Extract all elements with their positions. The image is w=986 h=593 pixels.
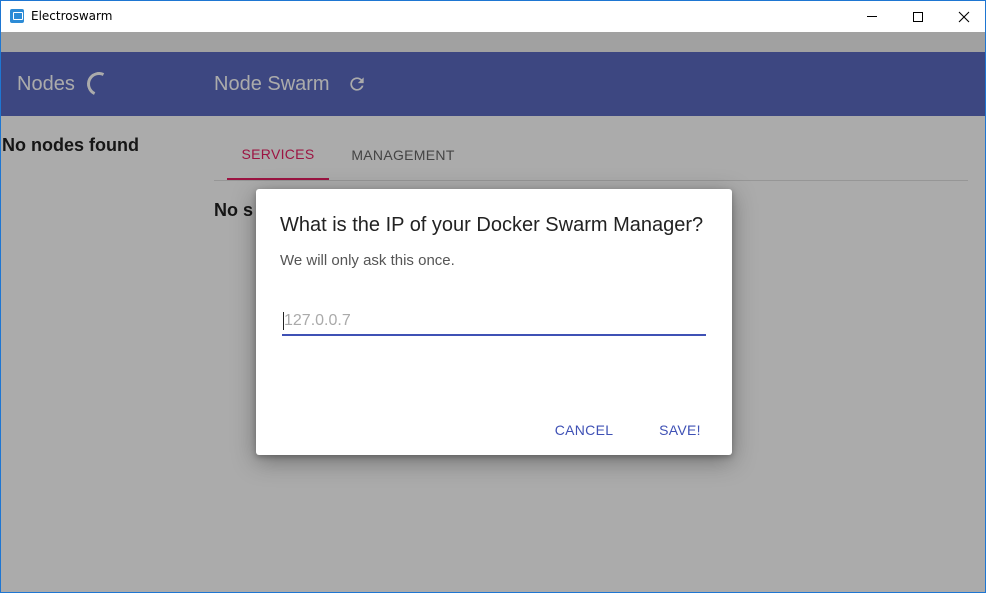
dialog-title: What is the IP of your Docker Swarm Mana… bbox=[280, 214, 704, 236]
save-button[interactable]: SAVE! bbox=[650, 415, 710, 445]
app-window: Electroswarm Nodes Node Swarm No nodes f… bbox=[0, 0, 986, 593]
text-caret bbox=[283, 312, 284, 330]
close-icon bbox=[958, 11, 970, 22]
ip-dialog: What is the IP of your Docker Swarm Mana… bbox=[256, 189, 732, 455]
minimize-button[interactable] bbox=[849, 1, 895, 32]
maximize-icon bbox=[913, 11, 923, 22]
cancel-button[interactable]: CANCEL bbox=[546, 415, 622, 445]
app-logo-icon bbox=[10, 9, 24, 23]
maximize-button[interactable] bbox=[895, 1, 941, 32]
window-title: Electroswarm bbox=[31, 9, 113, 23]
title-bar: Electroswarm bbox=[1, 1, 985, 32]
minimize-icon bbox=[867, 16, 877, 17]
ip-address-input[interactable] bbox=[282, 308, 706, 336]
close-button[interactable] bbox=[941, 1, 985, 32]
dialog-message: We will only ask this once. bbox=[280, 252, 455, 269]
